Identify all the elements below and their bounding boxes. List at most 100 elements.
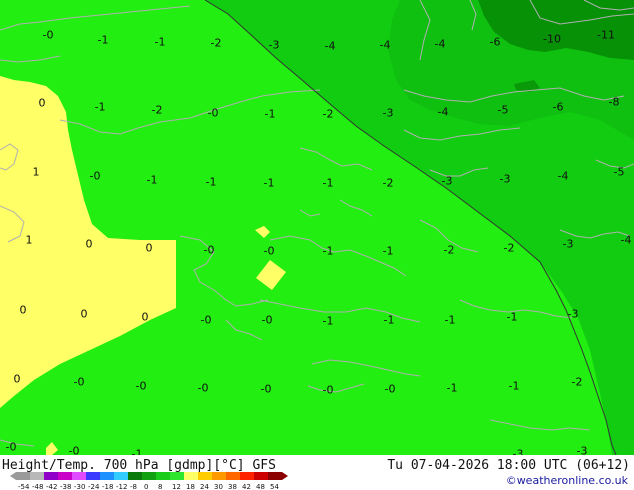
temperature-label: -0 bbox=[207, 106, 219, 120]
scale-swatch bbox=[72, 472, 86, 480]
temperature-label: -4 bbox=[437, 105, 449, 119]
temperature-label: -1 bbox=[322, 176, 334, 190]
temperature-label: -4 bbox=[557, 169, 569, 183]
temperature-label: -0 bbox=[5, 440, 17, 454]
temperature-label: -3 bbox=[567, 307, 579, 321]
temperature-label: -1 bbox=[154, 35, 166, 49]
temperature-label: 0 bbox=[19, 303, 27, 317]
scale-tick-label: 30 bbox=[214, 483, 223, 490]
temperature-label: -0 bbox=[263, 244, 275, 258]
temperature-label: 1 bbox=[32, 165, 40, 179]
scale-right-arrow bbox=[282, 472, 288, 480]
scale-tick-label: -30 bbox=[74, 483, 85, 490]
valid-time: Tu 07-04-2026 18:00 UTC (06+12) bbox=[387, 458, 630, 473]
temperature-label: -1 bbox=[383, 313, 395, 327]
scale-swatch bbox=[226, 472, 240, 480]
scale-tick-label: -48 bbox=[32, 483, 43, 490]
scale-swatch bbox=[184, 472, 198, 480]
scale-tick-label: -24 bbox=[88, 483, 100, 490]
scale-swatch bbox=[198, 472, 212, 480]
temperature-label: -0 bbox=[68, 444, 80, 456]
scale-tick-label: 12 bbox=[172, 483, 181, 490]
scale-swatch bbox=[240, 472, 254, 480]
temperature-label: 0 bbox=[38, 96, 46, 110]
scale-tick-label: 18 bbox=[186, 483, 195, 490]
temperature-label: -0 bbox=[261, 313, 273, 327]
temperature-label: -1 bbox=[263, 176, 275, 190]
temperature-label: -1 bbox=[506, 310, 518, 324]
temperature-label: -2 bbox=[382, 176, 394, 190]
scale-tick-label: -42 bbox=[46, 483, 57, 490]
temperature-label: -1 bbox=[322, 244, 334, 258]
temperature-label: -0 bbox=[200, 313, 212, 327]
temperature-label: -3 bbox=[268, 38, 280, 52]
temperature-label: -1 bbox=[205, 175, 217, 189]
scale-swatch bbox=[170, 472, 184, 480]
scale-tick-label: -18 bbox=[102, 483, 113, 490]
temperature-label: -1 bbox=[382, 244, 394, 258]
scale-tick-label: 0 bbox=[144, 483, 148, 490]
credit-link[interactable]: ©weatheronline.co.uk bbox=[506, 474, 628, 487]
temperature-label: -2 bbox=[443, 243, 455, 257]
temperature-label: -6 bbox=[552, 100, 564, 114]
temperature-label: -3 bbox=[562, 237, 574, 251]
temperature-label: -1 bbox=[146, 173, 158, 187]
temperature-label: -4 bbox=[620, 233, 632, 247]
temperature-label: -2 bbox=[210, 36, 222, 50]
temperature-label: -11 bbox=[597, 28, 615, 42]
scale-tick-label: 8 bbox=[158, 483, 162, 490]
weather-map: -0 -1 -1 -2 -3 -4 -4 -4 -6 -10 -11 0 -1 -2 -0 -1 -2 -3 -4-… bbox=[0, 0, 634, 455]
scale-swatch bbox=[44, 472, 58, 480]
temperature-label: -2 bbox=[571, 375, 583, 389]
temperature-label: -0 bbox=[135, 379, 147, 393]
temperature-label: 0 bbox=[13, 372, 21, 386]
scale-swatch bbox=[142, 472, 156, 480]
scale-tick-label: 42 bbox=[242, 483, 251, 490]
scale-swatch bbox=[128, 472, 142, 480]
scale-swatch bbox=[156, 472, 170, 480]
scale-tick-label: -8 bbox=[130, 483, 137, 490]
scale-swatch bbox=[114, 472, 128, 480]
temperature-label: -0 bbox=[384, 382, 396, 396]
temperature-label: -1 bbox=[508, 379, 520, 393]
temperature-label: -3 bbox=[382, 106, 394, 120]
temperature-label: -0 bbox=[197, 381, 209, 395]
temperature-label: -1 bbox=[446, 381, 458, 395]
scale-tick-label: -54 bbox=[18, 483, 30, 490]
scale-swatch bbox=[212, 472, 226, 480]
temperature-label: -0 bbox=[260, 382, 272, 396]
temperature-label: 0 bbox=[141, 310, 149, 324]
scale-swatch bbox=[268, 472, 282, 480]
temperature-label: -5 bbox=[613, 165, 625, 179]
temperature-label: -8 bbox=[608, 95, 620, 109]
map-title: Height/Temp. 700 hPa [gdmp][°C] GFS bbox=[2, 458, 276, 473]
map-footer: Height/Temp. 700 hPa [gdmp][°C] GFS Tu 0… bbox=[0, 455, 634, 490]
scale-swatch bbox=[58, 472, 72, 480]
temperature-label: -3 bbox=[576, 444, 588, 456]
temperature-label: -4 bbox=[324, 39, 336, 53]
scale-tick-label: -12 bbox=[116, 483, 127, 490]
temperature-label: -1 bbox=[264, 107, 276, 121]
scale-tick-label: 24 bbox=[200, 483, 209, 490]
scale-swatch bbox=[254, 472, 268, 480]
temperature-label: -3 bbox=[441, 174, 453, 188]
temperature-label: -5 bbox=[497, 103, 509, 117]
scale-tick-label: 48 bbox=[256, 483, 265, 490]
scale-tick-label: 54 bbox=[270, 483, 279, 490]
scale-swatch bbox=[16, 472, 30, 480]
temperature-label: -1 bbox=[97, 33, 109, 47]
scale-swatch bbox=[100, 472, 114, 480]
temperature-label: -0 bbox=[42, 28, 54, 42]
temperature-label: -10 bbox=[543, 32, 561, 46]
scale-left-arrow bbox=[10, 472, 16, 480]
scale-swatch bbox=[86, 472, 100, 480]
temperature-label: -2 bbox=[322, 107, 334, 121]
temperature-label: -0 bbox=[322, 383, 334, 397]
temperature-label: -2 bbox=[503, 241, 515, 255]
temperature-label: 0 bbox=[145, 241, 153, 255]
temperature-label: -1 bbox=[444, 313, 456, 327]
temperature-label: -1 bbox=[322, 314, 334, 328]
temperature-label: 0 bbox=[80, 307, 88, 321]
scale-tick-label: 38 bbox=[228, 483, 237, 490]
scale-tick-label: -38 bbox=[60, 483, 71, 490]
